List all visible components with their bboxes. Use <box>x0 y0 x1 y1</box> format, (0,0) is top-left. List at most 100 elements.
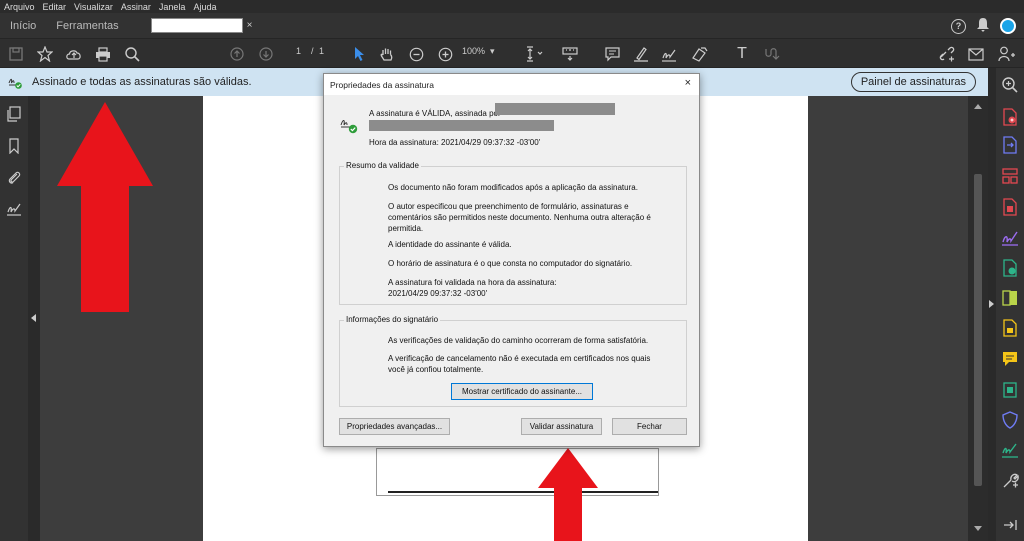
left-panel-toggle[interactable] <box>28 96 40 541</box>
signature-valid-icon <box>340 120 358 134</box>
menu-ajuda[interactable]: Ajuda <box>193 2 216 12</box>
cloud-upload-icon[interactable] <box>65 45 83 63</box>
collapse-right-icon[interactable] <box>989 300 994 308</box>
edit-pdf-icon[interactable] <box>1001 198 1019 216</box>
menu-bar: Arquivo Editar Visualizar Assinar Janela… <box>0 0 1024 13</box>
more-tools-icon[interactable] <box>1001 472 1019 490</box>
share-link-icon[interactable] <box>938 45 956 63</box>
signature-panel-button[interactable]: Painel de assinaturas <box>850 72 976 92</box>
send-track-icon[interactable] <box>1001 259 1019 277</box>
fill-sign-icon[interactable] <box>1001 229 1019 247</box>
right-panel-toggle[interactable] <box>988 68 996 541</box>
tab-bar: Início Ferramentas × ? <box>0 13 1024 38</box>
text-tool-icon[interactable]: T <box>734 45 750 63</box>
tab-home[interactable]: Início <box>0 20 46 32</box>
menu-janela[interactable]: Janela <box>159 2 186 12</box>
validity-line-identity: A identidade do assinante é válida. <box>388 240 512 249</box>
menu-visualizar[interactable]: Visualizar <box>74 2 113 12</box>
page-current-input[interactable]: 1 <box>296 46 301 56</box>
pages-icon[interactable] <box>6 106 22 122</box>
signature-time-text: Hora da assinatura: 2021/04/29 09:37:32 … <box>369 138 541 147</box>
signer-info-group: Informações do signatário As verificaçõe… <box>339 315 687 407</box>
compare-files-icon[interactable] <box>1001 289 1019 307</box>
zoom-in-icon[interactable] <box>437 45 453 63</box>
export-pdf-icon[interactable] <box>1001 136 1019 154</box>
signer-line-revocation: A verificação de cancelamento não é exec… <box>388 354 651 374</box>
hand-tool-icon[interactable] <box>379 45 395 63</box>
scroll-down-icon[interactable] <box>974 526 982 531</box>
validity-summary-label: Resumo da validade <box>344 161 421 170</box>
bookmark-icon[interactable] <box>6 138 22 154</box>
tab-close-icon[interactable]: × <box>247 20 253 31</box>
next-page-icon[interactable] <box>258 45 274 63</box>
organize-pages-icon[interactable] <box>1001 167 1019 185</box>
validity-line-permissions: O autor especificou que preenchimento de… <box>388 202 651 233</box>
left-navigation-panel <box>0 96 28 541</box>
validate-signature-button[interactable]: Validar assinatura <box>521 418 602 435</box>
signature-valid-icon <box>8 78 22 89</box>
show-certificate-button[interactable]: Mostrar certificado do assinante... <box>451 383 593 400</box>
sign-icon[interactable] <box>661 45 677 63</box>
stamp-icon[interactable] <box>690 45 708 63</box>
print-production-icon[interactable] <box>1001 381 1019 399</box>
page-fit-icon[interactable] <box>524 45 546 63</box>
tab-document[interactable] <box>150 18 243 33</box>
comment-icon[interactable] <box>604 45 620 63</box>
right-tools-panel <box>996 68 1024 541</box>
protect-shield-icon[interactable] <box>1001 411 1019 429</box>
menu-assinar[interactable]: Assinar <box>121 2 151 12</box>
tab-tools[interactable]: Ferramentas <box>46 20 128 32</box>
avatar[interactable] <box>1000 18 1016 34</box>
add-user-icon[interactable] <box>998 45 1016 63</box>
export-file-icon[interactable] <box>1001 319 1019 337</box>
scrollbar-thumb[interactable] <box>974 174 982 486</box>
select-cursor-icon[interactable] <box>351 45 367 63</box>
zoom-select[interactable]: 100% ▾ <box>462 46 495 57</box>
signer-info-label: Informações do signatário <box>344 315 441 324</box>
dialog-title-bar: Propriedades da assinatura × <box>324 74 699 95</box>
keyboard-icon[interactable] <box>561 45 579 63</box>
validity-summary-group: Resumo da validade Os documento não fora… <box>339 161 687 305</box>
menu-arquivo[interactable]: Arquivo <box>4 2 35 12</box>
page-total: 1 <box>319 46 325 56</box>
attachment-icon[interactable] <box>6 169 22 185</box>
comment-tool-icon[interactable] <box>1001 350 1019 368</box>
dialog-title: Propriedades da assinatura <box>330 79 434 90</box>
prev-page-icon[interactable] <box>229 45 245 63</box>
red-arrow-up-large <box>57 102 153 312</box>
signature-status-text: Assinado e todas as assinaturas são váli… <box>32 76 252 88</box>
redacted-signer-details <box>369 120 554 131</box>
save-icon[interactable] <box>8 45 24 63</box>
signatures-panel-icon[interactable] <box>6 201 22 217</box>
signature-properties-dialog: Propriedades da assinatura × A assinatur… <box>323 73 700 447</box>
star-icon[interactable] <box>36 45 54 63</box>
notifications-icon[interactable] <box>976 17 990 35</box>
zoom-value: 100% <box>462 46 486 56</box>
search-icon[interactable] <box>123 45 141 63</box>
page-separator: / <box>311 46 314 56</box>
collapse-left-icon[interactable] <box>31 314 36 322</box>
red-arrow-up-large-shape <box>57 102 153 312</box>
scroll-up-icon[interactable] <box>974 104 982 109</box>
zoom-tool-icon[interactable] <box>1001 76 1019 94</box>
email-icon[interactable] <box>967 45 985 63</box>
validity-line-validated-at: A assinatura foi validada na hora da ass… <box>388 278 557 298</box>
advanced-properties-button[interactable]: Propriedades avançadas... <box>339 418 450 435</box>
highlight-pen-icon[interactable] <box>633 45 649 63</box>
create-pdf-icon[interactable] <box>1001 108 1019 126</box>
vertical-scrollbar[interactable] <box>968 96 988 541</box>
close-button[interactable]: Fechar <box>612 418 687 435</box>
menu-editar[interactable]: Editar <box>43 2 67 12</box>
signature-field-box[interactable] <box>376 448 659 496</box>
print-icon[interactable] <box>94 45 112 63</box>
signature-line <box>388 491 658 493</box>
zoom-out-icon[interactable] <box>408 45 424 63</box>
dialog-close-icon[interactable]: × <box>685 77 691 89</box>
help-icon[interactable]: ? <box>951 18 966 34</box>
expand-panel-icon[interactable] <box>1001 516 1019 534</box>
signer-line-path-validation: As verificações de validação do caminho … <box>388 336 649 345</box>
certificates-icon[interactable] <box>1001 441 1019 459</box>
link-path-icon[interactable] <box>764 45 780 63</box>
validity-line-unmodified: Os documento não foram modificados após … <box>388 183 638 192</box>
redacted-signer-name <box>495 103 615 115</box>
